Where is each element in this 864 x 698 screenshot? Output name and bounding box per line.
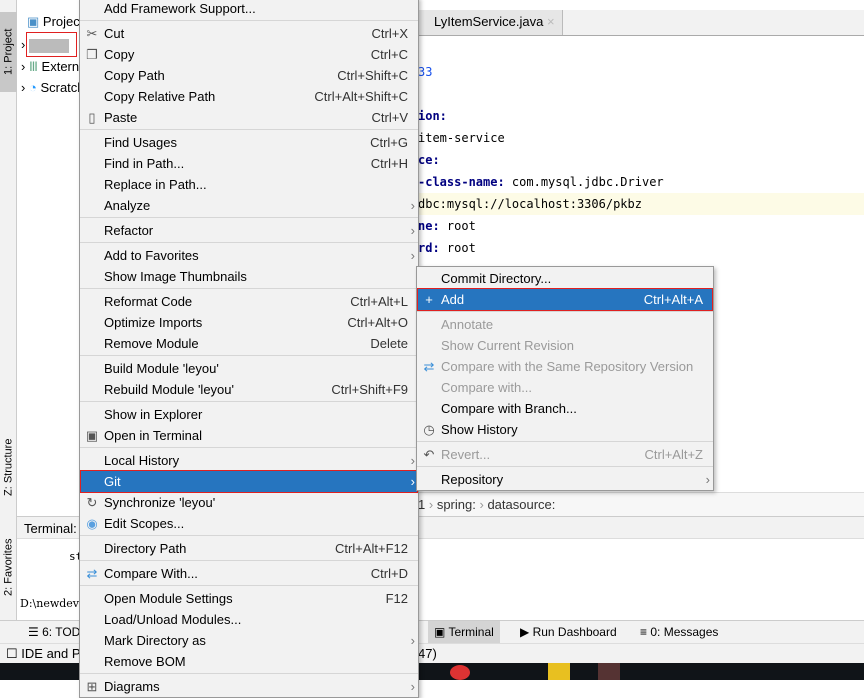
menu-item-git[interactable]: Git › — [80, 470, 418, 493]
scissors-icon: ✂ — [86, 26, 98, 41]
copy-icon: ❐ — [86, 47, 98, 62]
diagram-icon: ⊞ — [86, 679, 98, 694]
compare-icon: ⇄ — [423, 359, 435, 374]
structure-tool-tab[interactable]: Z: Structure — [0, 425, 17, 510]
terminal-icon: ▣ — [434, 625, 446, 639]
git-submenu: Commit Directory... + Add Ctrl+Alt+A Annotat… — [416, 266, 714, 491]
menu-item-revert[interactable]: ↶ Revert... Ctrl+Alt+Z — [417, 444, 713, 465]
menu-item-find-usages[interactable]: Find Usages Ctrl+G — [80, 132, 418, 153]
code-line[interactable]: -class-name: com.mysql.jdbc.Driver — [418, 171, 864, 193]
menu-item-analyze[interactable]: Analyze › — [80, 195, 418, 216]
terminal-tab[interactable]: ▣ Terminal — [428, 621, 500, 643]
menu-item-open-in-terminal[interactable]: ▣ Open in Terminal — [80, 425, 418, 446]
menu-item-diagrams[interactable]: ⊞ Diagrams › — [80, 676, 418, 697]
close-icon[interactable]: × — [547, 14, 555, 29]
chevron-right-icon: › — [410, 679, 415, 694]
code-line[interactable]: ne: root — [418, 215, 864, 237]
app-icon[interactable] — [598, 663, 620, 680]
clock-icon: ◷ — [423, 422, 435, 437]
tree-item-root[interactable]: › — [21, 37, 69, 53]
code-line[interactable]: rd: root — [418, 237, 864, 259]
menu-item-copy-relative-path[interactable]: Copy Relative Path Ctrl+Alt+Shift+C — [80, 86, 418, 107]
library-icon: Ⅲ — [28, 59, 38, 74]
run-dashboard-tab[interactable]: ▶ Run Dashboard — [520, 625, 617, 639]
compare-icon: ⇄ — [86, 566, 98, 581]
menu-item-compare-with-the-same-repository-version[interactable]: ⇄ Compare with the Same Repository Versio… — [417, 356, 713, 377]
menu-item-reformat-code[interactable]: Reformat Code Ctrl+Alt+L — [80, 291, 418, 312]
menu-item-refactor[interactable]: Refactor › — [80, 220, 418, 241]
project-tool-tab[interactable]: 1: Project — [0, 12, 17, 92]
menu-item-add[interactable]: + Add Ctrl+Alt+A — [417, 288, 713, 311]
menu-item-open-module-settings[interactable]: Open Module Settings F12 — [80, 588, 418, 609]
code-line[interactable]: item-service — [418, 127, 864, 149]
menu-item-show-current-revision[interactable]: Show Current Revision — [417, 335, 713, 356]
messages-tab[interactable]: ≡ 0: Messages — [640, 625, 718, 639]
menu-item-load-unload-modules[interactable]: Load/Unload Modules... — [80, 609, 418, 630]
project-icon: ▣ — [27, 14, 40, 29]
code-line[interactable]: 33 — [418, 61, 864, 83]
menu-item-replace-in-path[interactable]: Replace in Path... — [80, 174, 418, 195]
breadcrumb: 1 › spring: › datasource: — [418, 492, 864, 516]
sync-icon: ↻ — [86, 495, 98, 510]
menu-item-add-framework-support[interactable]: Add Framework Support... — [80, 0, 418, 19]
menu-item-synchronize-leyou[interactable]: ↻ Synchronize 'leyou' — [80, 492, 418, 513]
menu-item-compare-with[interactable]: Compare with... — [417, 377, 713, 398]
menu-item-directory-path[interactable]: Directory Path Ctrl+Alt+F12 — [80, 538, 418, 559]
menu-item-remove-bom[interactable]: Remove BOM — [80, 651, 418, 672]
chevron-right-icon: › — [410, 198, 415, 213]
menu-item-remove-module[interactable]: Remove Module Delete — [80, 333, 418, 354]
menu-item-add-to-favorites[interactable]: Add to Favorites › — [80, 245, 418, 266]
plus-icon: + — [425, 292, 433, 307]
editor-tab[interactable]: LyItemService.java × — [418, 10, 563, 35]
menu-item-paste[interactable]: ▯ Paste Ctrl+V — [80, 107, 418, 128]
context-menu: Add Framework Support... ✂ Cut Ctrl+X ❐ Copy C… — [79, 0, 419, 698]
left-tool-strip: 1: Project Z: Structure 2: Favorites — [0, 0, 17, 620]
menu-item-annotate[interactable]: Annotate — [417, 314, 713, 335]
menu-item-optimize-imports[interactable]: Optimize Imports Ctrl+Alt+O — [80, 312, 418, 333]
menu-item-compare-with-branch[interactable]: Compare with Branch... — [417, 398, 713, 419]
menu-item-show-history[interactable]: ◷ Show History — [417, 419, 713, 440]
menu-item-local-history[interactable]: Local History › — [80, 450, 418, 471]
app-icon[interactable] — [548, 663, 570, 680]
favorites-tool-tab[interactable]: 2: Favorites — [0, 525, 17, 610]
menu-item-copy-path[interactable]: Copy Path Ctrl+Shift+C — [80, 65, 418, 86]
status-right: 47) — [418, 646, 437, 661]
menu-item-compare-with[interactable]: ⇄ Compare With... Ctrl+D — [80, 563, 418, 584]
menu-item-rebuild-module-leyou[interactable]: Rebuild Module 'leyou' Ctrl+Shift+F9 — [80, 379, 418, 400]
menu-item-find-in-path[interactable]: Find in Path... Ctrl+H — [80, 153, 418, 174]
menu-item-mark-directory-as[interactable]: Mark Directory as › — [80, 630, 418, 651]
menu-item-show-image-thumbnails[interactable]: Show Image Thumbnails — [80, 266, 418, 287]
menu-item-copy[interactable]: ❐ Copy Ctrl+C — [80, 44, 418, 65]
messages-icon: ≡ — [640, 625, 648, 639]
code-line[interactable]: ion: — [418, 105, 864, 127]
terminal-icon: ▣ — [85, 428, 99, 443]
clipboard-icon: ▯ — [88, 110, 96, 125]
chrome-icon[interactable] — [450, 665, 470, 680]
project-header[interactable]: ▣ Project — [27, 14, 83, 30]
code-line[interactable]: dbc:mysql://localhost:3306/pkbz — [418, 193, 864, 215]
scratch-icon: ◔ — [28, 80, 37, 95]
chevron-right-icon: › — [410, 248, 415, 263]
revert-icon: ↶ — [423, 447, 435, 462]
chevron-right-icon: › — [705, 472, 710, 487]
menu-item-build-module-leyou[interactable]: Build Module 'leyou' — [80, 358, 418, 379]
chevron-right-icon: › — [410, 453, 415, 468]
menu-item-commit-directory[interactable]: Commit Directory... — [417, 268, 713, 289]
status-message: ☐ IDE and P — [6, 646, 81, 661]
chevron-right-icon: › — [410, 633, 415, 648]
menu-item-edit-scopes[interactable]: ◉ Edit Scopes... — [80, 513, 418, 534]
menu-item-show-in-explorer[interactable]: Show in Explorer — [80, 404, 418, 425]
menu-item-cut[interactable]: ✂ Cut Ctrl+X — [80, 23, 418, 44]
menu-item-repository[interactable]: Repository › — [417, 469, 713, 490]
scope-icon: ◉ — [86, 516, 98, 531]
code-line[interactable]: ce: — [418, 149, 864, 171]
play-icon: ▶ — [520, 625, 530, 639]
folder-icon — [28, 38, 69, 53]
chevron-right-icon: › — [410, 474, 415, 489]
chevron-right-icon: › — [410, 223, 415, 238]
